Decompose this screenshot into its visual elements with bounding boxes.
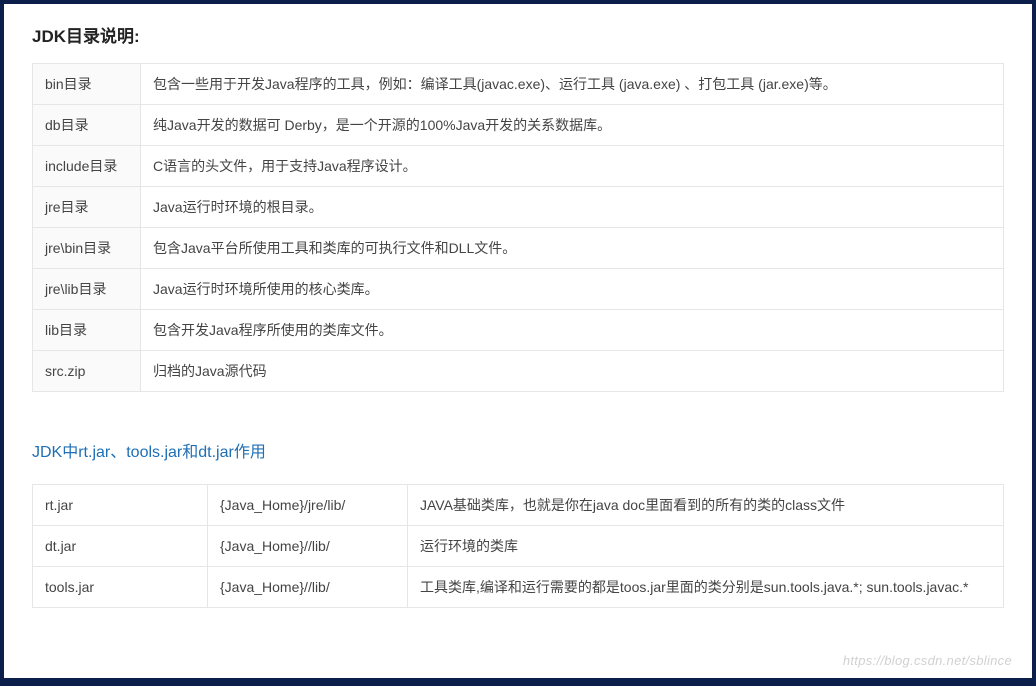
document-page: JDK目录说明: bin目录 包含一些用于开发Java程序的工具，例如：编译工具… (4, 4, 1032, 678)
table-row: jre\lib目录 Java运行时环境所使用的核心类库。 (33, 269, 1004, 310)
dir-name: jre目录 (33, 187, 141, 228)
dir-name: jre\bin目录 (33, 228, 141, 269)
dir-desc: 包含Java平台所使用工具和类库的可执行文件和DLL文件。 (141, 228, 1004, 269)
dir-name: db目录 (33, 105, 141, 146)
table-row: db目录 纯Java开发的数据可 Derby，是一个开源的100%Java开发的… (33, 105, 1004, 146)
section2-heading-link[interactable]: JDK中rt.jar、tools.jar和dt.jar作用 (32, 438, 1004, 462)
dir-desc: 包含开发Java程序所使用的类库文件。 (141, 310, 1004, 351)
jar-desc: 运行环境的类库 (408, 526, 1004, 567)
table-row: bin目录 包含一些用于开发Java程序的工具，例如：编译工具(javac.ex… (33, 64, 1004, 105)
jdk-dir-table: bin目录 包含一些用于开发Java程序的工具，例如：编译工具(javac.ex… (32, 63, 1004, 392)
dir-name: include目录 (33, 146, 141, 187)
dir-desc: Java运行时环境所使用的核心类库。 (141, 269, 1004, 310)
dir-name: lib目录 (33, 310, 141, 351)
jar-name: tools.jar (33, 567, 208, 608)
section1-title: JDK目录说明: (32, 22, 1004, 47)
dir-desc: 纯Java开发的数据可 Derby，是一个开源的100%Java开发的关系数据库… (141, 105, 1004, 146)
jar-name: dt.jar (33, 526, 208, 567)
dir-name: bin目录 (33, 64, 141, 105)
table-row: src.zip 归档的Java源代码 (33, 351, 1004, 392)
jar-path: {Java_Home}/jre/lib/ (208, 485, 408, 526)
table-row: lib目录 包含开发Java程序所使用的类库文件。 (33, 310, 1004, 351)
dir-desc: 包含一些用于开发Java程序的工具，例如：编译工具(javac.exe)、运行工… (141, 64, 1004, 105)
dir-name: jre\lib目录 (33, 269, 141, 310)
jar-desc: JAVA基础类库，也就是你在java doc里面看到的所有的类的class文件 (408, 485, 1004, 526)
dir-desc: Java运行时环境的根目录。 (141, 187, 1004, 228)
jar-table: rt.jar {Java_Home}/jre/lib/ JAVA基础类库，也就是… (32, 484, 1004, 608)
table-row: jre\bin目录 包含Java平台所使用工具和类库的可执行文件和DLL文件。 (33, 228, 1004, 269)
table-row: dt.jar {Java_Home}//lib/ 运行环境的类库 (33, 526, 1004, 567)
table-row: include目录 C语言的头文件，用于支持Java程序设计。 (33, 146, 1004, 187)
jar-path: {Java_Home}//lib/ (208, 567, 408, 608)
table-row: tools.jar {Java_Home}//lib/ 工具类库,编译和运行需要… (33, 567, 1004, 608)
jar-name: rt.jar (33, 485, 208, 526)
table-row: rt.jar {Java_Home}/jre/lib/ JAVA基础类库，也就是… (33, 485, 1004, 526)
dir-desc: 归档的Java源代码 (141, 351, 1004, 392)
watermark-text: https://blog.csdn.net/sblince (843, 653, 1012, 668)
jar-desc: 工具类库,编译和运行需要的都是toos.jar里面的类分别是sun.tools.… (408, 567, 1004, 608)
dir-name: src.zip (33, 351, 141, 392)
dir-desc: C语言的头文件，用于支持Java程序设计。 (141, 146, 1004, 187)
jar-path: {Java_Home}//lib/ (208, 526, 408, 567)
table-row: jre目录 Java运行时环境的根目录。 (33, 187, 1004, 228)
